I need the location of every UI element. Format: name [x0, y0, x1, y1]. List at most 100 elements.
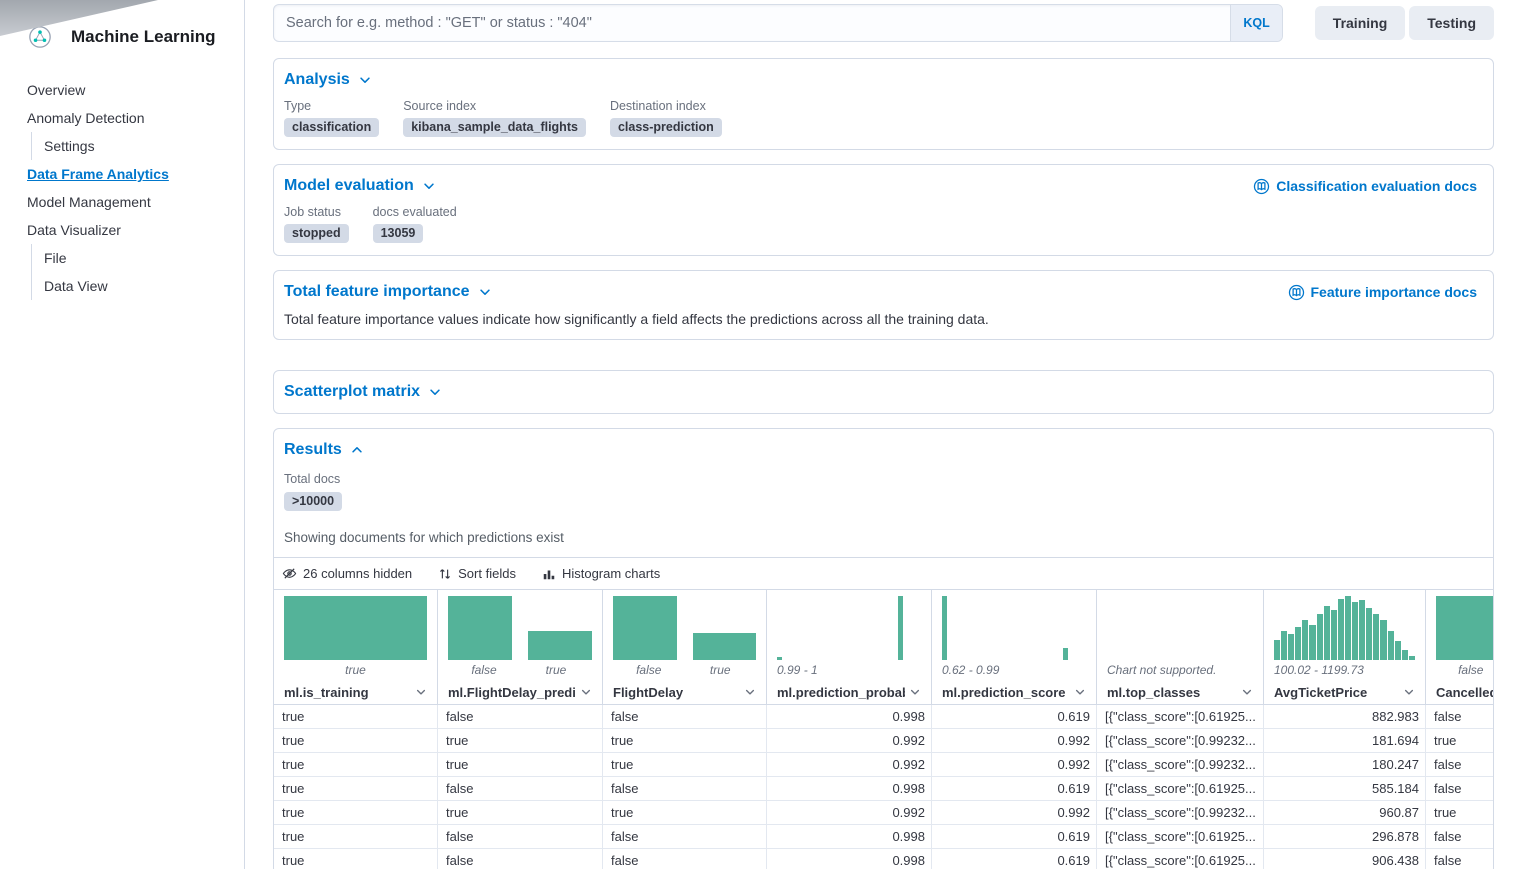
- table-cell[interactable]: 180.247: [1264, 753, 1426, 776]
- table-cell[interactable]: 906.438: [1264, 849, 1426, 869]
- table-cell[interactable]: false: [438, 849, 603, 869]
- table-cell[interactable]: 0.998: [767, 777, 932, 800]
- feature-importance-docs-link[interactable]: Feature importance docs: [1288, 284, 1478, 301]
- column-header-ml-is-training[interactable]: ml.is_training: [284, 680, 427, 704]
- column-menu-chevron-icon[interactable]: [1074, 686, 1086, 698]
- columns-hidden-button[interactable]: 26 columns hidden: [282, 566, 412, 581]
- table-cell[interactable]: true: [438, 729, 603, 752]
- search-input[interactable]: [274, 5, 1230, 41]
- grid-toolbar: 26 columns hidden Sort fields Histogram …: [274, 557, 1493, 590]
- column-header-ml-top-classes[interactable]: ml.top_classes: [1107, 680, 1253, 704]
- column-menu-chevron-icon[interactable]: [580, 686, 592, 698]
- table-cell[interactable]: 0.619: [932, 825, 1097, 848]
- sidebar-item-anomaly-detection[interactable]: Anomaly Detection: [27, 104, 232, 132]
- mode-buttons: Training Testing: [1315, 6, 1494, 40]
- analysis-section-toggle[interactable]: Analysis: [284, 71, 372, 89]
- table-cell[interactable]: true: [603, 729, 767, 752]
- scatterplot-matrix-section-toggle[interactable]: Scatterplot matrix: [284, 383, 442, 401]
- table-cell[interactable]: [{"class_score":[0.99232...: [1097, 801, 1264, 824]
- column-menu-chevron-icon[interactable]: [909, 686, 921, 698]
- table-cell[interactable]: false: [438, 705, 603, 728]
- table-cell[interactable]: 882.983: [1264, 705, 1426, 728]
- table-cell[interactable]: false: [1426, 777, 1493, 800]
- results-section-toggle[interactable]: Results: [284, 441, 364, 459]
- table-cell[interactable]: true: [274, 849, 438, 869]
- table-cell[interactable]: false: [1426, 753, 1493, 776]
- table-cell[interactable]: true: [274, 825, 438, 848]
- column-menu-chevron-icon[interactable]: [1403, 686, 1415, 698]
- sidebar-item-overview[interactable]: Overview: [27, 76, 232, 104]
- table-cell[interactable]: true: [274, 729, 438, 752]
- table-cell[interactable]: 0.619: [932, 849, 1097, 869]
- table-cell[interactable]: [{"class_score":[0.99232...: [1097, 753, 1264, 776]
- sidebar-item-model-management[interactable]: Model Management: [27, 188, 232, 216]
- table-cell[interactable]: [{"class_score":[0.61925...: [1097, 777, 1264, 800]
- table-cell[interactable]: 0.992: [767, 753, 932, 776]
- column-header-avgticketprice[interactable]: AvgTicketPrice: [1274, 680, 1415, 704]
- column-menu-chevron-icon[interactable]: [415, 686, 427, 698]
- field-type: Typeclassification: [284, 99, 379, 137]
- table-cell[interactable]: 0.992: [767, 729, 932, 752]
- table-cell[interactable]: 0.992: [932, 753, 1097, 776]
- table-cell[interactable]: [{"class_score":[0.61925...: [1097, 825, 1264, 848]
- histogram-labels: 0.99 - 1: [777, 663, 921, 678]
- column-menu-chevron-icon[interactable]: [744, 686, 756, 698]
- column-header-cancelled[interactable]: Cancelled: [1436, 680, 1493, 704]
- sidebar-item-file[interactable]: File: [31, 244, 232, 272]
- column-header-flightdelay[interactable]: FlightDelay: [613, 680, 756, 704]
- table-cell[interactable]: true: [438, 801, 603, 824]
- table-cell[interactable]: [{"class_score":[0.61925...: [1097, 705, 1264, 728]
- table-cell[interactable]: false: [603, 777, 767, 800]
- histogram-label: false: [448, 663, 520, 678]
- table-cell[interactable]: 0.998: [767, 849, 932, 869]
- table-cell[interactable]: 0.992: [932, 729, 1097, 752]
- table-cell[interactable]: 0.992: [932, 801, 1097, 824]
- classification-evaluation-docs-link[interactable]: Classification evaluation docs: [1253, 178, 1477, 195]
- table-cell[interactable]: true: [274, 705, 438, 728]
- sidebar-item-data-frame-analytics[interactable]: Data Frame Analytics: [27, 160, 232, 188]
- model-evaluation-section-toggle[interactable]: Model evaluation: [284, 177, 436, 195]
- kql-button[interactable]: KQL: [1230, 5, 1281, 41]
- table-cell[interactable]: false: [438, 777, 603, 800]
- testing-button[interactable]: Testing: [1409, 6, 1494, 40]
- table-cell[interactable]: true: [274, 801, 438, 824]
- column-menu-chevron-icon[interactable]: [1241, 686, 1253, 698]
- table-cell[interactable]: 0.992: [767, 801, 932, 824]
- table-cell[interactable]: true: [438, 753, 603, 776]
- table-cell[interactable]: [{"class_score":[0.61925...: [1097, 849, 1264, 869]
- table-cell[interactable]: true: [274, 753, 438, 776]
- table-cell[interactable]: true: [1426, 729, 1493, 752]
- table-cell[interactable]: true: [603, 753, 767, 776]
- table-cell[interactable]: 585.184: [1264, 777, 1426, 800]
- sort-fields-button[interactable]: Sort fields: [438, 566, 516, 581]
- table-cell[interactable]: false: [603, 705, 767, 728]
- sidebar-item-data-view[interactable]: Data View: [31, 272, 232, 300]
- table-cell[interactable]: 0.619: [932, 777, 1097, 800]
- training-button[interactable]: Training: [1315, 6, 1405, 40]
- table-cell[interactable]: true: [1426, 801, 1493, 824]
- table-cell[interactable]: 0.998: [767, 705, 932, 728]
- histogram-charts-label: Histogram charts: [562, 566, 660, 581]
- histogram-charts-button[interactable]: Histogram charts: [542, 566, 660, 581]
- column-header-ml-prediction-score[interactable]: ml.prediction_score: [942, 680, 1086, 704]
- table-cell[interactable]: 0.998: [767, 825, 932, 848]
- table-cell[interactable]: true: [603, 801, 767, 824]
- table-cell[interactable]: 960.87: [1264, 801, 1426, 824]
- table-cell[interactable]: 296.878: [1264, 825, 1426, 848]
- table-cell[interactable]: true: [274, 777, 438, 800]
- table-cell[interactable]: false: [603, 849, 767, 869]
- scatterplot-matrix-panel: Scatterplot matrix: [273, 370, 1494, 414]
- table-cell[interactable]: [{"class_score":[0.99232...: [1097, 729, 1264, 752]
- sidebar-item-settings[interactable]: Settings: [31, 132, 232, 160]
- table-cell[interactable]: false: [438, 825, 603, 848]
- feature-importance-section-toggle[interactable]: Total feature importance: [284, 283, 492, 301]
- column-header-ml-prediction-probability[interactable]: ml.prediction_probability: [777, 680, 921, 704]
- table-cell[interactable]: false: [1426, 849, 1493, 869]
- column-header-ml-flightdelay-prediction[interactable]: ml.FlightDelay_prediction: [448, 680, 592, 704]
- table-cell[interactable]: false: [1426, 705, 1493, 728]
- table-cell[interactable]: false: [1426, 825, 1493, 848]
- table-cell[interactable]: false: [603, 825, 767, 848]
- sidebar-item-data-visualizer[interactable]: Data Visualizer: [27, 216, 232, 244]
- table-cell[interactable]: 0.619: [932, 705, 1097, 728]
- table-cell[interactable]: 181.694: [1264, 729, 1426, 752]
